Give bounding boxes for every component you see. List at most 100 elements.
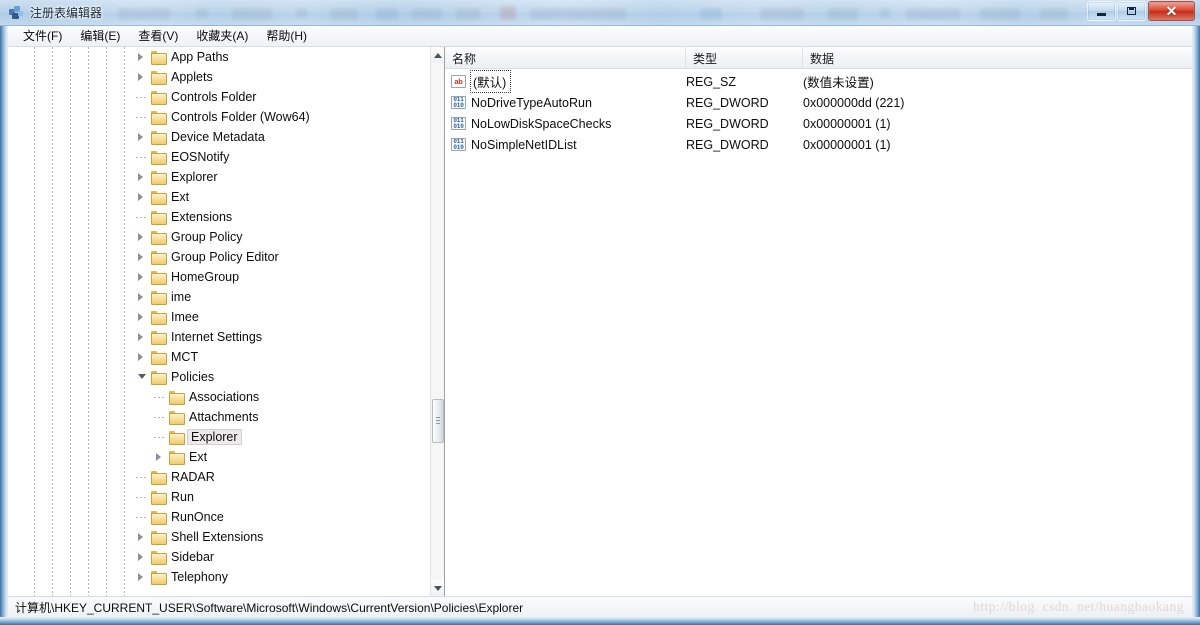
tree-node-label: Group Policy Editor [171,250,279,264]
value-row[interactable]: 011 010 NoDriveTypeAutoRun REG_DWORD 0x00000… [445,92,1192,113]
minimize-button[interactable] [1087,1,1116,21]
tree-node-group-policy-editor[interactable]: Group Policy Editor [8,247,430,267]
dword-value-icon: 011 010 [451,96,466,109]
menu-edit[interactable]: 编辑(E) [71,25,129,47]
value-name-text: NoDriveTypeAutoRun [471,95,592,110]
status-bar: 计算机\HKEY_CURRENT_USER\Software\Microsoft… [8,596,1192,617]
folder-icon [151,150,167,165]
value-row[interactable]: 011 010 NoSimpleNetIDList REG_DWORD 0x000000… [445,134,1192,155]
tree-leaf-connector [134,467,151,487]
window-border-left [0,26,8,625]
tree-node-mct[interactable]: MCT [8,347,430,367]
tree-node-label: Explorer [187,429,242,445]
tree-node-explorer[interactable]: Explorer [8,427,430,447]
menu-help[interactable]: 帮助(H) [257,25,316,47]
window-border-bottom [0,617,1200,625]
thumb-grip-icon [436,417,440,424]
tree-node-ext[interactable]: Ext [8,447,430,467]
tree-node-extensions[interactable]: Extensions [8,207,430,227]
tree-node-group-policy[interactable]: Group Policy [8,227,430,247]
column-header-name[interactable]: 名称 [445,47,686,68]
tree-node-label: Explorer [171,170,218,184]
expand-arrow-icon[interactable] [134,327,151,347]
expand-arrow-icon[interactable] [134,307,151,327]
folder-icon [151,70,167,85]
registry-path-text: 计算机\HKEY_CURRENT_USER\Software\Microsoft… [15,600,524,615]
chevron-down-icon [434,585,442,591]
folder-icon [151,490,167,505]
tree-node-homegroup[interactable]: HomeGroup [8,267,430,287]
value-name-cell: 011 010 NoSimpleNetIDList [445,138,686,152]
scrollbar-thumb[interactable] [432,399,444,443]
maximize-icon [1127,7,1136,15]
list-column-headers: 名称 类型 数据 [445,47,1192,69]
expand-arrow-icon[interactable] [134,127,151,147]
tree-node-run[interactable]: Run [8,487,430,507]
tree-node-policies[interactable]: Policies [8,367,430,387]
expand-arrow-icon[interactable] [134,187,151,207]
expand-arrow-icon[interactable] [152,447,169,467]
folder-icon [151,530,167,545]
tree-node-associations[interactable]: Associations [8,387,430,407]
tree-node-shell-extensions[interactable]: Shell Extensions [8,527,430,547]
tree-node-ext[interactable]: Ext [8,187,430,207]
expand-arrow-icon[interactable] [134,227,151,247]
scroll-up-button[interactable] [431,47,444,63]
tree-node-label: Controls Folder [171,90,257,104]
expand-arrow-icon[interactable] [134,167,151,187]
value-row[interactable]: ab (默认) REG_SZ (数值未设置) [445,70,1192,93]
expand-arrow-icon[interactable] [134,267,151,287]
tree-vertical-scrollbar[interactable] [430,47,444,596]
folder-icon [169,410,185,425]
menu-favorites[interactable]: 收藏夹(A) [187,25,257,47]
expand-arrow-icon[interactable] [134,47,151,67]
collapse-arrow-icon[interactable] [134,367,151,387]
menu-view[interactable]: 查看(V) [129,25,187,47]
folder-icon [151,510,167,525]
column-header-type[interactable]: 类型 [686,47,803,68]
tree-node-internet-settings[interactable]: Internet Settings [8,327,430,347]
tree-node-ime[interactable]: ime [8,287,430,307]
tree-node-runonce[interactable]: RunOnce [8,507,430,527]
title-bar[interactable]: 注册表编辑器 ✕ [0,0,1200,26]
tree-node-label: Run [171,490,194,504]
column-header-data[interactable]: 数据 [803,47,1192,68]
tree-leaf-connector [134,507,151,527]
expand-arrow-icon[interactable] [134,287,151,307]
maximize-button[interactable] [1117,1,1146,21]
expand-arrow-icon[interactable] [134,547,151,567]
expand-arrow-icon[interactable] [134,567,151,587]
dword-value-icon: 011 010 [451,138,466,151]
tree-node-sidebar[interactable]: Sidebar [8,547,430,567]
tree-node-telephony[interactable]: Telephony [8,567,430,587]
tree-node-controls-folder[interactable]: Controls Folder [8,87,430,107]
value-row[interactable]: 011 010 NoLowDiskSpaceChecks REG_DWORD 0x000… [445,113,1192,134]
dword-value-icon: 011 010 [451,117,466,130]
tree-node-explorer[interactable]: Explorer [8,167,430,187]
tree-node-eosnotify[interactable]: EOSNotify [8,147,430,167]
window-controls: ✕ [1086,1,1195,21]
folder-icon [151,290,167,305]
value-name-text: NoSimpleNetIDList [471,137,577,152]
close-button[interactable]: ✕ [1148,1,1195,21]
tree-node-label: Extensions [171,210,233,224]
registry-tree-pane[interactable]: App Paths Applets Controls Folder Controls … [8,47,445,596]
folder-icon [151,50,167,65]
tree-node-imee[interactable]: Imee [8,307,430,327]
menu-file[interactable]: 文件(F) [14,25,71,47]
tree-node-applets[interactable]: Applets [8,67,430,87]
tree-node-device-metadata[interactable]: Device Metadata [8,127,430,147]
tree-node-label: Telephony [171,570,228,584]
expand-arrow-icon[interactable] [134,527,151,547]
tree-node-label: Associations [189,390,260,404]
tree-node-controls-folder-wow64[interactable]: Controls Folder (Wow64) [8,107,430,127]
expand-arrow-icon[interactable] [134,347,151,367]
expand-arrow-icon[interactable] [134,247,151,267]
tree-node-attachments[interactable]: Attachments [8,407,430,427]
scroll-down-button[interactable] [431,580,444,596]
expand-arrow-icon[interactable] [134,67,151,87]
tree-node-label: Controls Folder (Wow64) [171,110,310,124]
tree-node-radar[interactable]: RADAR [8,467,430,487]
registry-values-pane[interactable]: 名称 类型 数据 ab (默认) REG_SZ (数值未设置) 011 010 NoDriv… [445,47,1192,596]
tree-node-app-paths[interactable]: App Paths [8,47,430,67]
